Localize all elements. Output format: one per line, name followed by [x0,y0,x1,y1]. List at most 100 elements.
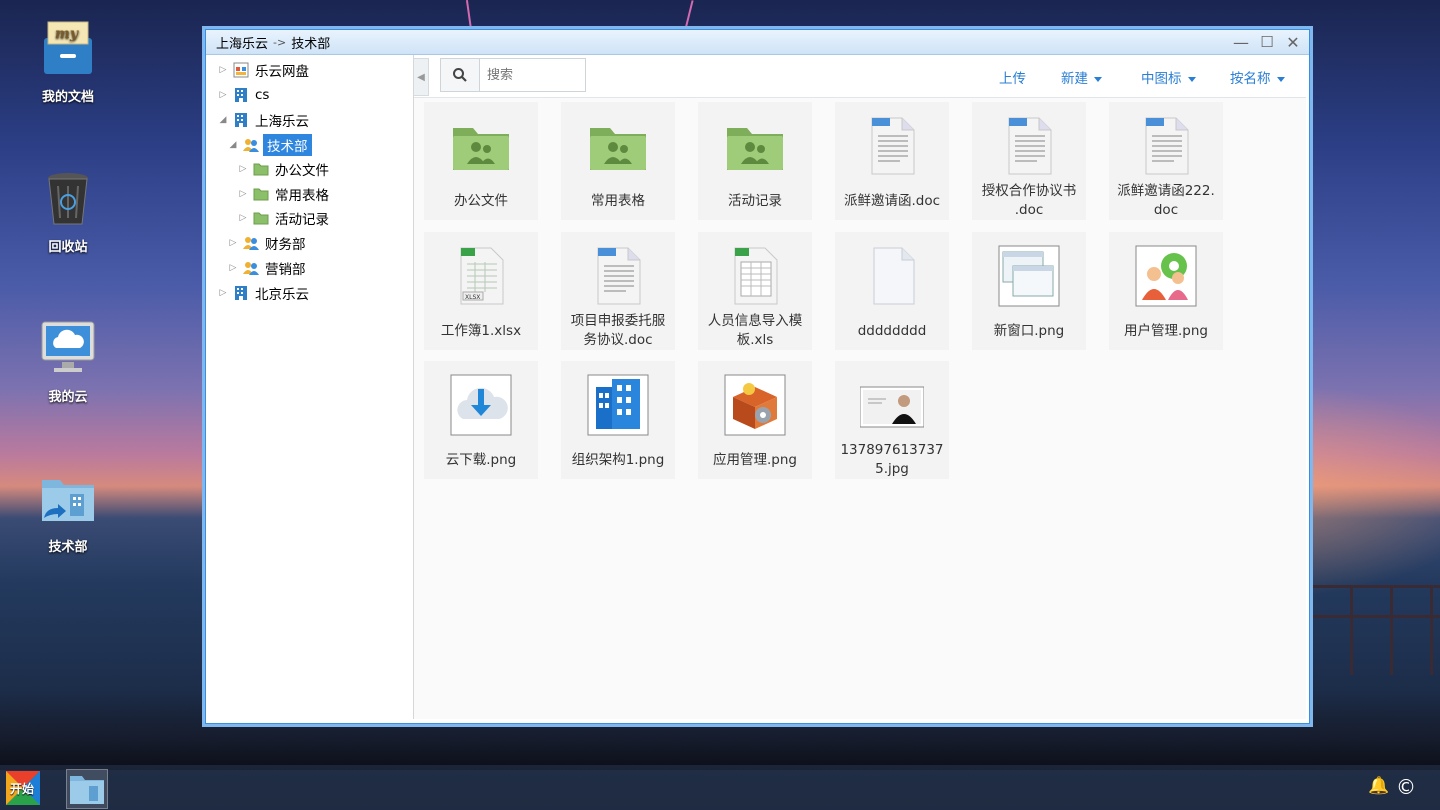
tree-node[interactable]: ▷ 常用表格 [237,183,331,205]
file-tile[interactable]: 新窗口.png [972,232,1086,350]
decor-line-left [465,0,473,30]
folder-icon [253,161,269,177]
tree-node[interactable]: ▷ cs [217,84,271,106]
search-box [440,58,586,92]
desktop-label: 回收站 [48,240,88,255]
file-grid: 办公文件 常用表格 活动记录 派鲜邀请函.doc 授权合作协议书 .doc 派鲜邀请函222… [414,98,1306,719]
building-icon [233,87,249,103]
maximize-button[interactable]: ☐ [1257,32,1277,52]
file-name: 活动记录 [728,193,782,209]
file-name-cont: 板.xls [736,332,774,348]
file-tile[interactable]: 活动记录 [698,102,812,220]
new-dropdown[interactable]: 新建 [1061,67,1102,87]
start-label: 开始 [10,782,35,796]
file-tile[interactable]: dddddddd [835,232,949,350]
desktop-recycle-bin[interactable]: 回收站 [20,168,116,255]
caret-down-icon [1187,76,1196,82]
users-icon [243,235,259,251]
sort-dropdown[interactable]: 按名称 [1230,67,1285,87]
breadcrumb-root[interactable]: 上海乐云 [216,33,268,52]
expand-arrow-icon[interactable]: ▷ [217,90,229,100]
sort-label: 按名称 [1230,71,1271,87]
collapse-sidebar-button[interactable]: ◀ [414,58,429,96]
collapse-arrow-icon[interactable]: ◢ [217,115,229,125]
search-icon [453,68,467,82]
file-tile[interactable]: 派鲜邀请函222. doc [1109,102,1223,220]
expand-arrow-icon[interactable]: ▷ [227,238,239,248]
minimize-button[interactable]: — [1231,32,1251,52]
file-name: 新窗口.png [993,323,1065,339]
tree-node[interactable]: ▷ 乐云网盘 [217,59,311,81]
copyright-icon[interactable]: © [1396,775,1416,799]
file-name-cont: 5.jpg [875,461,909,477]
view-mode-dropdown[interactable]: 中图标 [1141,67,1196,87]
desktop-dept-shortcut[interactable]: 技术部 [20,468,116,555]
folder-building-icon [70,776,104,804]
upload-label: 上传 [999,71,1026,87]
desktop-label: 我的云 [48,390,88,405]
tree-node[interactable]: ▷ 财务部 [227,232,308,254]
tree-node[interactable]: ◢ 上海乐云 [217,109,311,131]
users-icon [243,137,259,153]
tree-node[interactable]: ◢ 技术部 [227,134,312,156]
upload-button[interactable]: 上传 [999,67,1026,87]
close-button[interactable]: ✕ [1283,32,1303,52]
tree-node[interactable]: ▷ 营销部 [227,257,308,279]
file-tile[interactable]: 常用表格 [561,102,675,220]
tree-node-label: 常用表格 [275,188,329,204]
caret-down-icon [1094,76,1102,82]
desktop-my-cloud[interactable]: 我的云 [20,318,116,405]
expand-arrow-icon[interactable]: ▷ [237,164,249,174]
expand-arrow-icon[interactable]: ▷ [217,65,229,75]
my-documents-icon: my [38,18,98,78]
pier-railing [1310,585,1440,675]
expand-arrow-icon[interactable]: ▷ [237,189,249,199]
file-tile[interactable]: 项目申报委托服 务协议.doc [561,232,675,350]
window-titlebar[interactable]: 上海乐云 -> 技术部 [206,30,1309,55]
search-input[interactable] [485,65,581,85]
file-name: 云下载.png [445,452,517,468]
dept-shortcut-icon [38,468,98,528]
desktop-my-documents[interactable]: my 我的文档 [20,18,116,105]
my-cloud-icon [38,318,98,378]
search-button[interactable] [441,59,480,91]
folder-icon [253,186,269,202]
file-tile[interactable]: 派鲜邀请函.doc [835,102,949,220]
desktop-label: 我的文档 [41,90,94,105]
file-name: 工作簿1.xlsx [440,323,522,339]
file-tile[interactable]: 云下载.png [424,361,538,479]
tree-node[interactable]: ▷ 北京乐云 [217,282,311,304]
folder-tree: ▷ 乐云网盘 ▷ cs ◢ 上海乐云 ◢ 技术部 ▷ 办公文件 ▷ 常用表格 ▷ 活动记录 ▷ 财务部 ▷ 营销部… [209,55,414,719]
file-name: 组织架构1.png [571,452,665,468]
svg-text:XLSX: XLSX [465,294,480,301]
bell-icon[interactable]: 🔔 [1368,776,1389,796]
file-tile[interactable]: XLSX 工作簿1.xlsx [424,232,538,350]
file-name: 用户管理.png [1124,323,1208,339]
expand-arrow-icon[interactable]: ▷ [237,213,249,223]
file-tile[interactable]: 137897613737 5.jpg [835,361,949,479]
doc-icon [860,114,924,178]
toolbar: ◀ 上传 新建 中图标 按名称 [414,55,1306,98]
tree-node[interactable]: ▷ 办公文件 [237,158,331,180]
tree-node-label: 上海乐云 [255,114,309,130]
taskbar-app-file-manager[interactable] [66,769,108,809]
doc-icon [997,114,1061,178]
jpg-photo-icon [859,373,925,437]
file-tile[interactable]: 授权合作协议书 .doc [972,102,1086,220]
expand-arrow-icon[interactable]: ▷ [227,263,239,273]
file-tile[interactable]: 用户管理.png [1109,232,1223,350]
tree-node[interactable]: ▷ 活动记录 [237,207,331,229]
building-icon [233,112,249,128]
file-tile[interactable]: 应用管理.png [698,361,812,479]
file-tile[interactable]: 人员信息导入模 板.xls [698,232,812,350]
expand-arrow-icon[interactable]: ▷ [217,288,229,298]
shared-folder-icon [723,114,787,178]
png-cloud-icon [449,373,513,437]
tree-node-label: 营销部 [265,262,306,278]
file-tile[interactable]: 组织架构1.png [561,361,675,479]
file-tile[interactable]: 办公文件 [424,102,538,220]
png-users-icon [1134,244,1198,308]
collapse-arrow-icon[interactable]: ◢ [227,140,239,150]
folder-icon [253,210,269,226]
taskbar: 开始 🔔 © [0,765,1440,810]
